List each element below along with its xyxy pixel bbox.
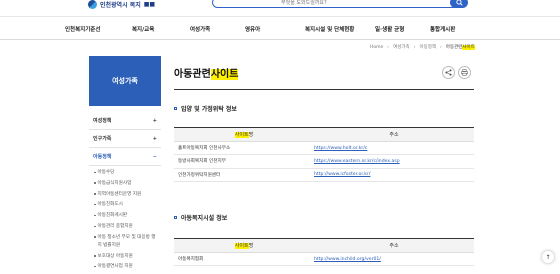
adoption-sites-table: 사이트명 주소 홀트아동복지회 인천사무소 https://www.holt.o… — [174, 127, 474, 182]
chevron-right-icon: › — [387, 44, 390, 50]
site-url-link[interactable]: https://www.holt.or.kr/c — [314, 141, 474, 156]
search-icon — [455, 0, 463, 6]
sidebar-subitem[interactable]: 아동급식지원사업 — [94, 180, 161, 191]
sidebar-subitem[interactable]: 아동결연사업 지원 — [94, 263, 161, 274]
breadcrumb-home[interactable]: Home — [370, 45, 383, 50]
table-header-row: 사이트명 주소 — [174, 238, 474, 253]
site-url-link[interactable]: http://www.icfoster.or.kr/ — [314, 168, 474, 182]
plus-icon: + — [152, 135, 157, 142]
gnb-item-baseline[interactable]: 인천복지기준선 — [65, 25, 100, 33]
gnb-item-board[interactable]: 통합게시판 — [430, 25, 455, 33]
bullet-icon — [94, 255, 96, 257]
site-url-link[interactable]: http://www.inchild.org/ver01/ — [314, 252, 474, 267]
chevron-right-icon: › — [413, 44, 416, 50]
sidebar-item-women-policy[interactable]: 여성정책 + — [89, 112, 161, 130]
plus-icon: + — [152, 117, 157, 124]
sidebar-submenu: 아동수당 아동급식지원사업 지역아동센터운영 지원 아동친화도시 아동친화게시판… — [89, 166, 161, 274]
sidebar-subitem[interactable]: 아동수당 — [94, 169, 161, 180]
column-header-site-name: 사이트명 — [174, 127, 314, 142]
page-title: 아동관련사이트 — [174, 69, 239, 80]
global-nav: 인천복지기준선 복지/교육 여성가족 영유아 복지시설 및 단체현황 일·생활 … — [0, 16, 560, 40]
sidebar-item-child-policy[interactable]: 아동정책 − — [89, 148, 161, 166]
bullet-icon — [94, 265, 96, 268]
gnb-item-women-family[interactable]: 여성가족 — [190, 25, 210, 33]
sidebar-subitem[interactable]: 지역아동센터운영 지원 — [94, 191, 161, 202]
logo-grid-icon: ■■ — [143, 0, 156, 8]
column-header-url: 주소 — [314, 238, 474, 253]
search-button[interactable] — [450, 0, 468, 8]
site-logo[interactable]: 인천광역시 복지 ■■ — [88, 0, 155, 9]
section-heading-adoption: 입양 및 가정위탁 정보 — [174, 104, 237, 113]
breadcrumb-women-family[interactable]: 여성가족 — [393, 44, 410, 50]
sidebar-subitem[interactable]: 아동 청소년 부모 및 대응방 행 — [94, 234, 161, 242]
site-name-cell: 인천가정위탁지원센터 — [174, 168, 314, 182]
minus-icon: − — [152, 153, 157, 160]
site-name-cell: 동방사회복지회 인천지부 — [174, 154, 314, 169]
print-button[interactable] — [458, 66, 471, 79]
bullet-icon — [94, 203, 96, 206]
sidebar-item-population-family[interactable]: 인구가족 + — [89, 130, 161, 148]
scroll-to-top-button[interactable]: ↑ — [541, 250, 555, 264]
share-button[interactable] — [442, 66, 455, 79]
top-header: 인천광역시 복지 ■■ — [0, 0, 560, 14]
chevron-right-icon: › — [440, 44, 442, 50]
gnb-item-welfare-education[interactable]: 복지/교육 — [132, 25, 154, 33]
logo-text: 인천광역시 복지 — [100, 1, 141, 9]
gnb-item-work-life[interactable]: 일·생활 균형 — [375, 25, 404, 33]
breadcrumb: Home › 여성가족 › 아동정책 › 아동관련사이트 — [370, 44, 475, 50]
sidebar-title: 여성가족 — [89, 56, 161, 106]
section-heading-facilities: 아동복지시설 정보 — [174, 213, 227, 222]
site-url-link[interactable]: https://www.eastern.or.kr/c/index.asp — [314, 154, 474, 169]
site-name-cell: 아동복지협회 — [174, 252, 314, 267]
table-row: 아동복지협회 http://www.inchild.org/ver01/ — [174, 252, 474, 267]
search-bar — [212, 0, 501, 8]
bullet-icon — [94, 214, 96, 217]
sidebar-subitem[interactable]: 아동친화게시판 — [94, 212, 161, 223]
bullet-icon — [94, 236, 96, 238]
bullet-icon — [94, 225, 96, 228]
square-bullet-icon — [174, 216, 177, 219]
sidebar-subitem[interactable]: 아동친화도시 — [94, 201, 161, 212]
sidebar-subitem[interactable]: 아동관리 종합지원 — [94, 223, 161, 234]
print-icon — [461, 69, 468, 76]
title-divider — [174, 89, 474, 90]
gnb-item-facilities[interactable]: 복지시설 및 단체현황 — [305, 25, 354, 33]
search-input[interactable] — [281, 0, 501, 7]
bullet-icon — [94, 182, 96, 184]
facility-sites-table: 사이트명 주소 아동복지협회 http://www.inchild.org/ve… — [174, 238, 474, 267]
square-bullet-icon — [174, 107, 177, 110]
table-row: 홀트아동복지회 인천사무소 https://www.holt.or.kr/c — [174, 141, 474, 156]
table-header-row: 사이트명 주소 — [174, 127, 474, 142]
sidebar-menu: 여성정책 + 인구가족 + 아동정책 − 아동수당 아동급식지원사업 지역아동센… — [89, 112, 161, 274]
table-row: 동방사회복지회 인천지부 https://www.eastern.or.kr/c… — [174, 154, 474, 169]
column-header-site-name: 사이트명 — [174, 238, 314, 253]
sidebar-subitem-continued[interactable]: 지 법률지원 — [94, 242, 161, 253]
table-row: 인천가정위탁지원센터 http://www.icfoster.or.kr/ — [174, 168, 474, 182]
logo-mark-icon — [88, 0, 97, 9]
bullet-icon — [94, 171, 96, 174]
column-header-url: 주소 — [314, 127, 474, 142]
arrow-up-icon: ↑ — [545, 253, 551, 261]
share-icon — [445, 69, 452, 76]
gnb-item-infant[interactable]: 영유아 — [245, 25, 260, 33]
bullet-icon — [94, 193, 96, 195]
sidebar-subitem[interactable]: 보호대상 아동지원 — [94, 253, 161, 264]
breadcrumb-current: 아동관련사이트 — [445, 45, 475, 50]
site-name-cell: 홀트아동복지회 인천사무소 — [174, 141, 314, 156]
breadcrumb-child-policy[interactable]: 아동정책 — [419, 44, 436, 50]
